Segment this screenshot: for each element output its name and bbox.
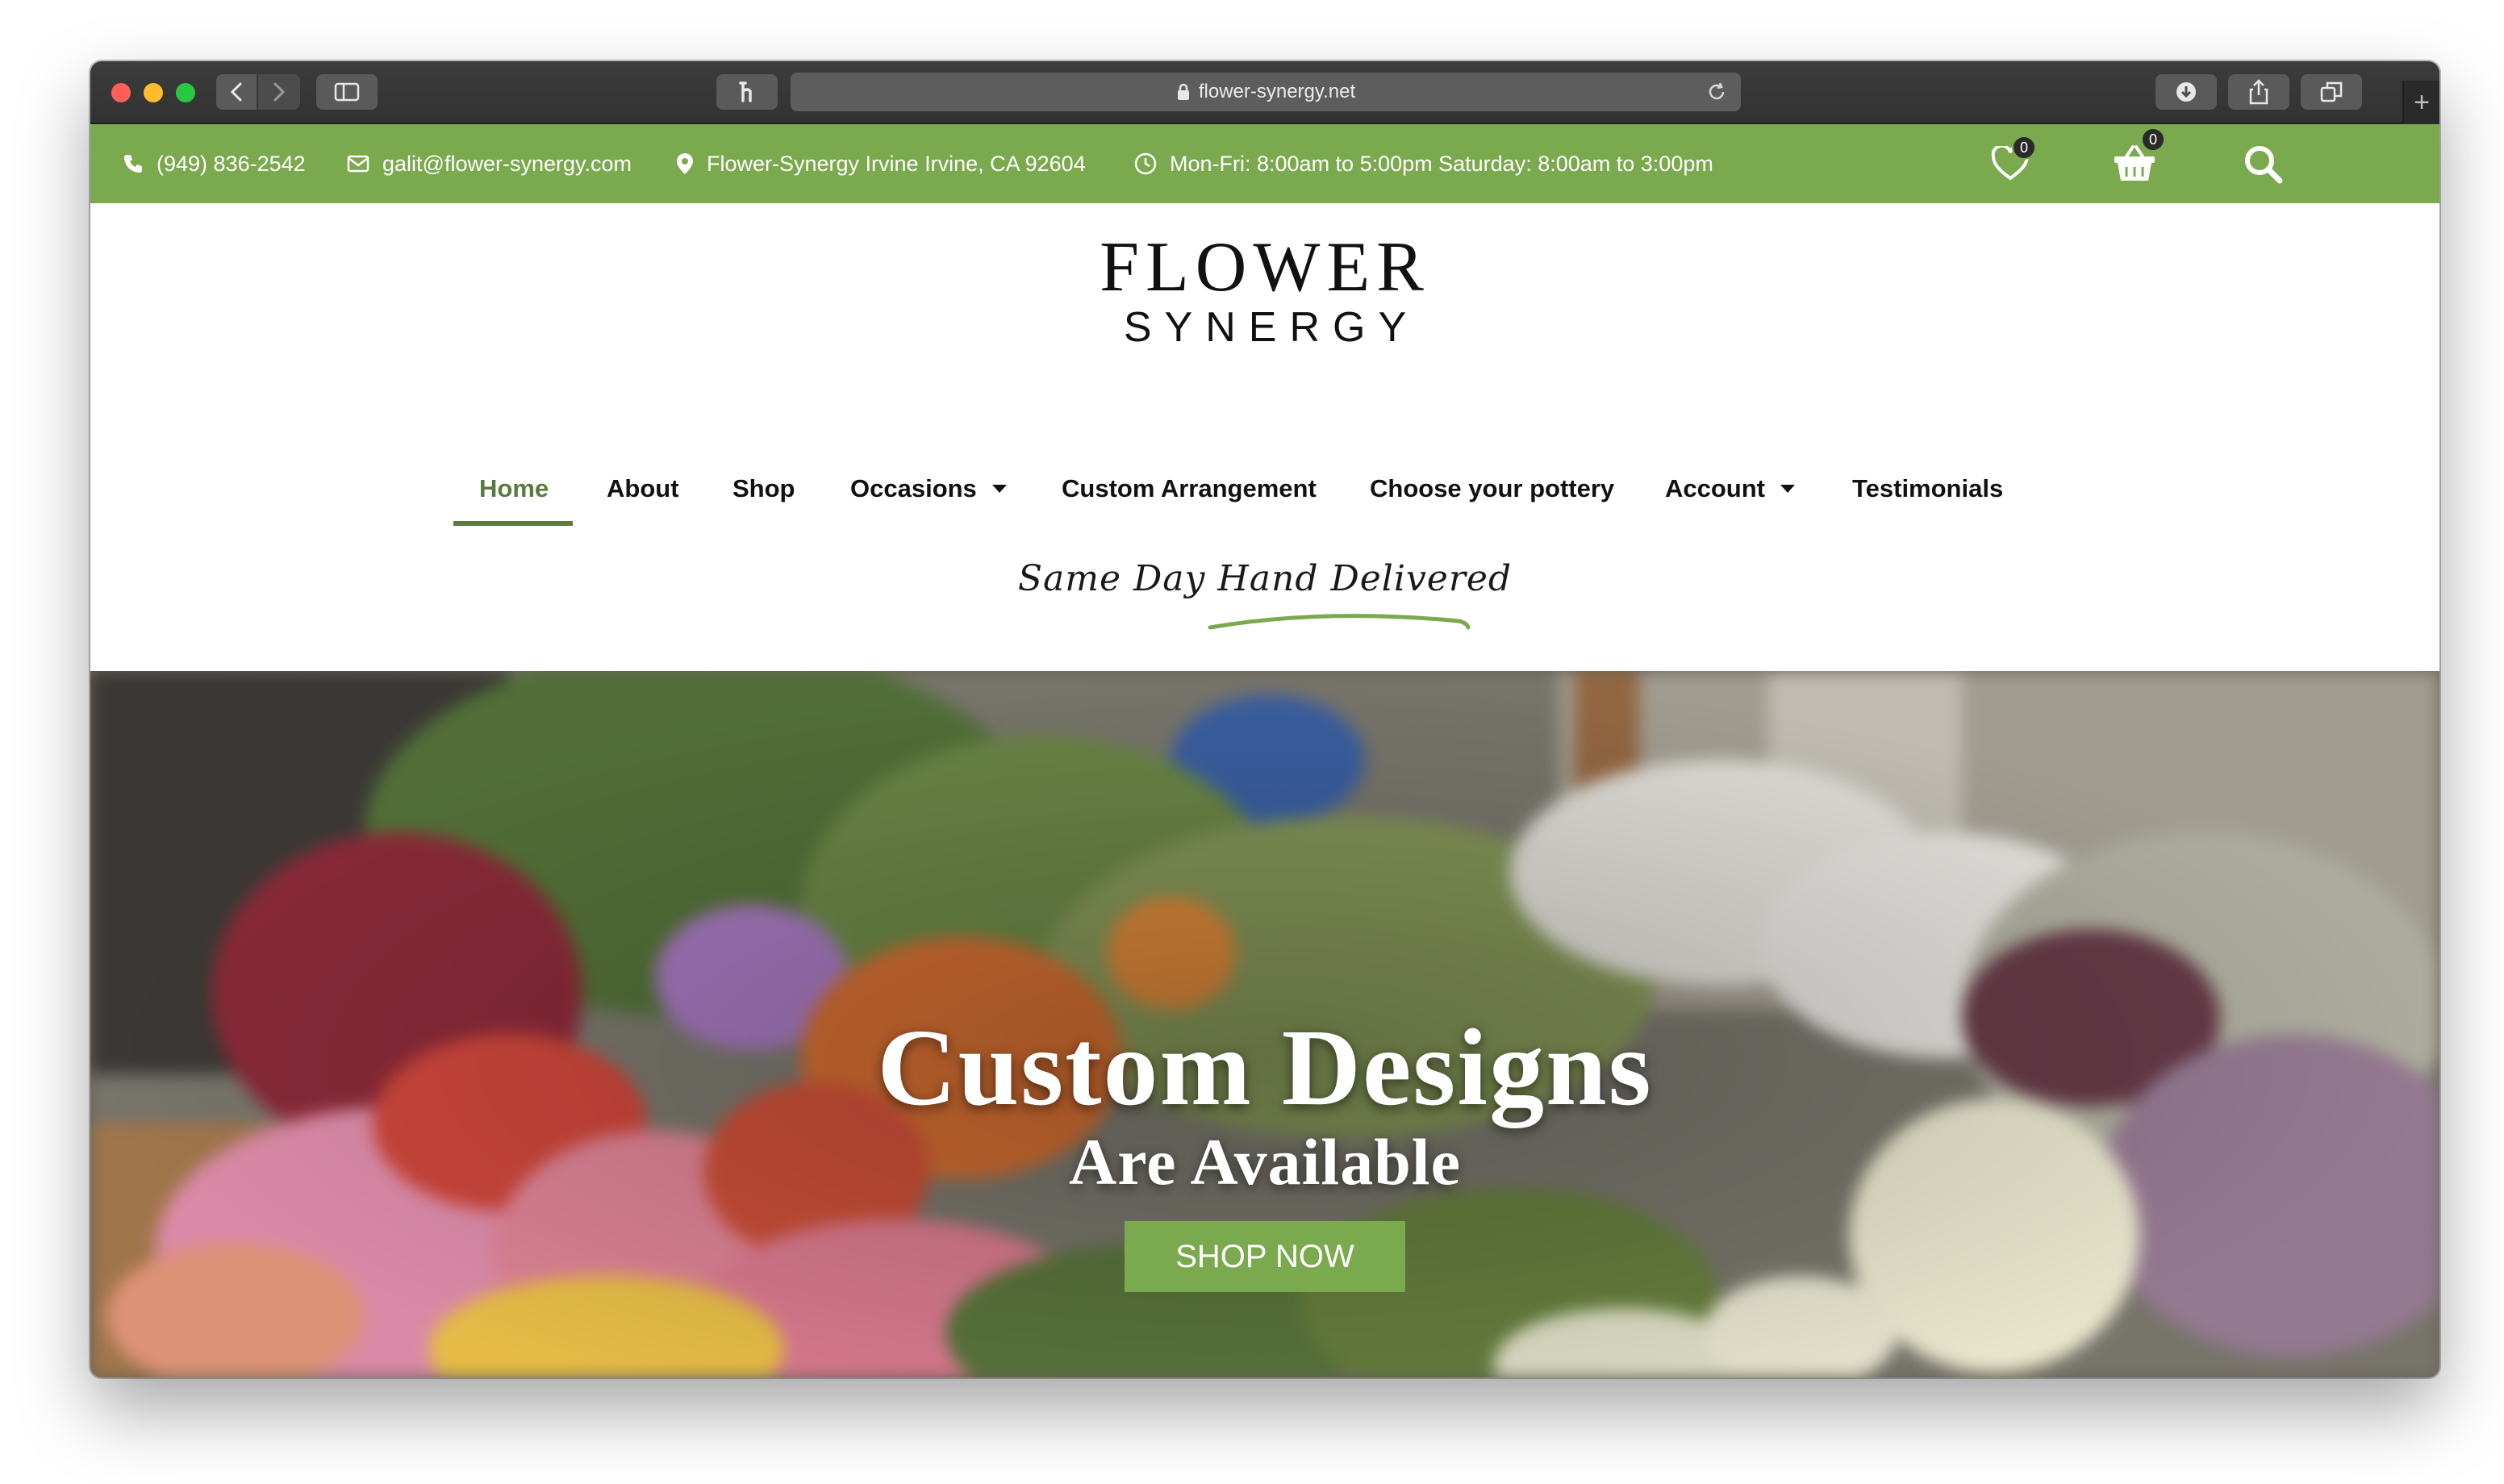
sidebar-icon — [334, 82, 360, 102]
chevron-right-icon — [273, 82, 286, 102]
lock-icon — [1177, 83, 1189, 100]
tabs-overview-button[interactable] — [2301, 74, 2362, 110]
map-pin-icon — [677, 153, 693, 174]
close-window-button[interactable] — [111, 83, 131, 102]
wishlist-button[interactable]: 0 — [1991, 124, 2036, 203]
nav-item-occasions[interactable]: Occasions — [850, 448, 1008, 529]
nav-label: About — [607, 474, 679, 502]
download-icon — [2176, 82, 2196, 102]
search-button[interactable] — [2243, 124, 2283, 203]
chevron-left-icon — [230, 82, 242, 102]
logo-wordmark-bottom[interactable]: SYNERGY — [90, 303, 2439, 352]
nav-item-account[interactable]: Account — [1665, 448, 1796, 529]
nav-label: Shop — [732, 474, 795, 502]
nav-label: Testimonials — [1852, 474, 2004, 502]
minimize-window-button[interactable] — [144, 83, 163, 102]
search-icon — [2245, 146, 2283, 184]
envelope-icon — [347, 155, 369, 173]
browser-window: flower-synergy.net + (949) 836-2542 gali… — [90, 61, 2439, 1378]
hours-text: Mon-Fri: 8:00am to 5:00pm Saturday: 8:00… — [1170, 151, 1713, 176]
extension-icon — [739, 81, 752, 102]
phone-icon — [124, 155, 142, 173]
downloads-button[interactable] — [2156, 74, 2217, 110]
nav-item-home[interactable]: Home — [479, 448, 549, 529]
forward-button[interactable] — [258, 74, 300, 110]
nav-item-about[interactable]: About — [607, 448, 679, 529]
nav-label: Account — [1665, 474, 1765, 502]
cart-count-badge: 0 — [2141, 127, 2165, 152]
extension-button[interactable] — [716, 74, 778, 110]
plus-icon: + — [2414, 86, 2430, 118]
address-text: Flower-Synergy Irvine Irvine, CA 92604 — [707, 151, 1086, 176]
email-text: galit@flower-synergy.com — [382, 151, 632, 176]
reload-icon[interactable] — [1705, 81, 1728, 103]
nav-item-shop[interactable]: Shop — [732, 448, 795, 529]
nav-label: Custom Arrangement — [1062, 474, 1317, 502]
nav-label: Choose your pottery — [1370, 474, 1615, 502]
hours-info: Mon-Fri: 8:00am to 5:00pm Saturday: 8:00… — [1134, 124, 1713, 203]
nav-label: Occasions — [850, 474, 977, 502]
nav-active-indicator — [453, 521, 573, 526]
phone-info[interactable]: (949) 836-2542 — [123, 124, 306, 203]
hero-banner: Custom Designs Are Available SHOP NOW — [90, 671, 2439, 1378]
nav-item-custom-arrangement[interactable]: Custom Arrangement — [1062, 448, 1317, 529]
address-bar[interactable]: flower-synergy.net — [791, 73, 1741, 111]
caret-down-icon — [1780, 485, 1795, 493]
shop-now-button[interactable]: SHOP NOW — [1125, 1221, 1405, 1292]
tagline: Same Day Hand Delivered — [1017, 558, 1513, 599]
sidebar-toggle-button[interactable] — [316, 74, 378, 110]
tabs-icon — [2320, 81, 2343, 102]
swoosh-underline-decoration — [1208, 614, 1471, 630]
address-info[interactable]: Flower-Synergy Irvine Irvine, CA 92604 — [676, 124, 1086, 203]
phone-text: (949) 836-2542 — [156, 151, 306, 176]
caret-down-icon — [991, 485, 1007, 493]
main-nav: Home About Shop Occasions Custom Arrange… — [90, 448, 2439, 529]
back-button[interactable] — [216, 74, 258, 110]
browser-toolbar: flower-synergy.net + — [90, 61, 2439, 124]
logo-wordmark-top[interactable]: FLOWER — [90, 232, 2439, 303]
history-nav — [216, 74, 300, 110]
cart-button[interactable]: 0 — [2112, 124, 2165, 203]
email-info[interactable]: galit@flower-synergy.com — [347, 124, 632, 203]
share-icon — [2249, 79, 2268, 105]
nav-item-testimonials[interactable]: Testimonials — [1852, 448, 2003, 529]
hero-subtitle: Are Available — [1069, 1125, 1461, 1198]
contact-bar: (949) 836-2542 galit@flower-synergy.com … — [90, 124, 2439, 203]
clock-icon — [1134, 152, 1157, 175]
hero-title: Custom Designs — [877, 1007, 1653, 1128]
zoom-window-button[interactable] — [176, 83, 195, 102]
share-button[interactable] — [2228, 74, 2289, 110]
url-text: flower-synergy.net — [1198, 81, 1356, 102]
wishlist-count-badge: 0 — [2012, 135, 2036, 160]
new-tab-button[interactable]: + — [2402, 81, 2439, 124]
nav-label: Home — [479, 474, 549, 502]
nav-item-choose-pottery[interactable]: Choose your pottery — [1370, 448, 1614, 529]
